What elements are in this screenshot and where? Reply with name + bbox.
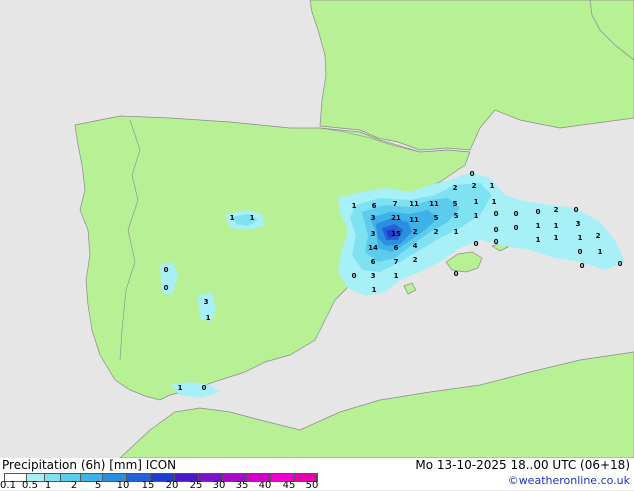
- valid-time: Mo 13-10-2025 18..00 UTC (06+18): [415, 458, 630, 472]
- precip-value-label: 2: [413, 256, 418, 264]
- precip-value-label: 1: [536, 236, 541, 244]
- precip-value-label: 3: [371, 230, 376, 238]
- precip-value-label: 1: [578, 234, 583, 242]
- precip-value-label: 0: [202, 384, 207, 392]
- precip-value-label: 6: [394, 244, 399, 252]
- color-scale-ticks: 0.1 0.5 1 2 5 10 15 20 25 30 35 40 45 50: [0, 480, 330, 491]
- precip-value-label: 1: [554, 222, 559, 230]
- credit-link[interactable]: ©weatheronline.co.uk: [508, 474, 630, 487]
- precip-value-label: 11: [409, 216, 419, 224]
- legend-bar: Precipitation (6h) [mm] ICON Mo 13-10-20…: [0, 458, 634, 491]
- scale-tick-label: 5: [94, 480, 102, 491]
- precip-value-label: 0: [618, 260, 623, 268]
- precip-value-label: 1: [598, 248, 603, 256]
- precip-value-label: 0: [536, 208, 541, 216]
- precip-value-label: 1: [492, 198, 497, 206]
- scale-tick-label: 0.1: [0, 480, 16, 491]
- precip-value-label: 0: [494, 226, 499, 234]
- precip-value-label: 2: [434, 228, 439, 236]
- legend-title: Precipitation (6h) [mm] ICON: [2, 458, 177, 472]
- precip-value-label: 2: [472, 182, 477, 190]
- precip-value-label: 2: [453, 184, 458, 192]
- precip-value-label: 0: [164, 284, 169, 292]
- scale-tick-label: 0.5: [22, 480, 38, 491]
- precip-value-label: 1: [250, 214, 255, 222]
- scale-tick-label: 1: [44, 480, 52, 491]
- precip-value-label: 2: [596, 232, 601, 240]
- precip-value-label: 3: [576, 220, 581, 228]
- scale-tick-label: 20: [165, 480, 179, 491]
- precip-value-label: 21: [391, 214, 401, 222]
- scale-tick-label: 35: [235, 480, 249, 491]
- precip-value-label: 5: [454, 212, 459, 220]
- precip-value-label: 1: [474, 198, 479, 206]
- precip-value-label: 0: [494, 210, 499, 218]
- precip-value-label: 0: [574, 206, 579, 214]
- precip-value-label: 5: [434, 214, 439, 222]
- precip-value-label: 1: [372, 286, 377, 294]
- scale-tick-label: 10: [116, 480, 130, 491]
- precip-value-label: 1: [536, 222, 541, 230]
- precip-value-label: 1: [554, 234, 559, 242]
- precip-value-label: 7: [393, 200, 398, 208]
- precip-value-label: 5: [453, 200, 458, 208]
- precip-value-label: 1: [490, 182, 495, 190]
- precip-value-label: 0: [580, 262, 585, 270]
- precip-value-label: 11: [429, 200, 439, 208]
- precip-value-label: 2: [554, 206, 559, 214]
- scale-tick-label: 25: [189, 480, 203, 491]
- scale-tick-label: 40: [258, 480, 272, 491]
- precip-value-label: 0: [578, 248, 583, 256]
- scale-tick-label: 2: [70, 480, 78, 491]
- precip-value-label: 0: [494, 238, 499, 246]
- precip-value-label: 3: [371, 214, 376, 222]
- scale-tick-label: 45: [282, 480, 296, 491]
- precip-value-label: 1: [178, 384, 183, 392]
- precip-value-label: 11: [409, 200, 419, 208]
- precip-value-label: 1: [454, 228, 459, 236]
- precip-value-label: 3: [204, 298, 209, 306]
- precip-value-label: 0: [164, 266, 169, 274]
- precip-value-label: 0: [454, 270, 459, 278]
- precip-value-label: 0: [470, 170, 475, 178]
- precip-value-label: 1: [474, 212, 479, 220]
- precip-value-label: 0: [352, 272, 357, 280]
- precip-value-label: 4: [413, 242, 418, 250]
- precip-value-label: 3: [371, 272, 376, 280]
- precip-value-label: 1: [230, 214, 235, 222]
- precip-value-label: 1: [352, 202, 357, 210]
- scale-tick-label: 50: [305, 480, 319, 491]
- precip-value-label: 0: [514, 224, 519, 232]
- scale-tick-label: 30: [212, 480, 226, 491]
- precip-value-label: 0: [514, 210, 519, 218]
- weather-map: 02 2 11 6 7 11 11 5 1 13 21 11 5 5 1 0 0 0 2 03 15 2 2 1 0 0 1 1 314…: [0, 0, 634, 458]
- scale-tick-label: 15: [141, 480, 155, 491]
- precip-value-label: 1: [206, 314, 211, 322]
- precip-value-label: 2: [413, 228, 418, 236]
- precip-value-label: 6: [371, 258, 376, 266]
- precip-value-label: 15: [391, 230, 401, 238]
- precip-value-label: 1: [394, 272, 399, 280]
- precip-value-label: 6: [372, 202, 377, 210]
- precip-value-label: 0: [474, 240, 479, 248]
- precip-value-label: 7: [394, 258, 399, 266]
- precip-value-label: 14: [368, 244, 378, 252]
